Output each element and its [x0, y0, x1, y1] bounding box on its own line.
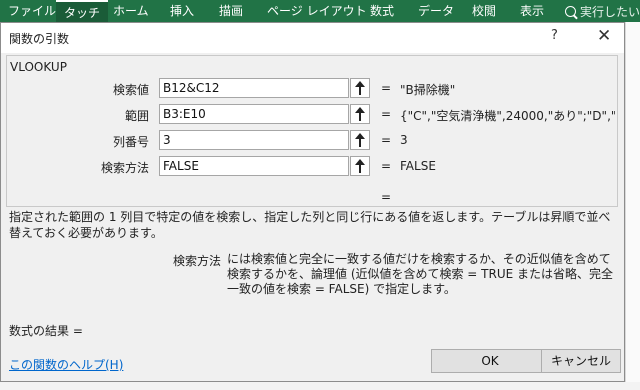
arg-label-range-lookup: 検索方法 — [100, 161, 149, 175]
tab-file[interactable]: ファイル — [8, 3, 56, 22]
dialog-title: 関数の引数 — [9, 32, 70, 46]
equals-sign: = — [381, 133, 392, 147]
tab-view[interactable]: 表示 — [520, 3, 544, 22]
tell-me-search[interactable]: 実行したい作 — [565, 3, 640, 20]
worksheet-background — [625, 22, 640, 390]
argument-description: には検索値と完全に一致する値だけを検索するか、その近似値を含めて検索するかを、論… — [227, 252, 614, 296]
tab-page-layout[interactable]: ページ レイアウト — [267, 3, 367, 22]
excel-ribbon-tabs: ファイル タッチ ホーム 挿入 描画 ページ レイアウト 数式 データ 校閲 表… — [0, 0, 640, 22]
tab-home[interactable]: ホーム — [113, 3, 149, 22]
range-lookup-result: FALSE — [400, 159, 436, 173]
arg-label-table-array: 範囲 — [124, 109, 149, 123]
function-description: 指定された範囲の 1 列目で特定の値を検索し、指定した列と同じ行にある値を返しま… — [9, 210, 611, 240]
tab-formulas[interactable]: 数式 — [370, 3, 394, 22]
function-help-link[interactable]: この関数のヘルプ(H) — [9, 356, 123, 373]
arg-label-lookup-value: 検索値 — [112, 83, 149, 97]
cancel-button[interactable]: キャンセル — [541, 349, 621, 373]
equals-sign: = — [381, 81, 392, 95]
function-result-equals: = — [381, 190, 392, 204]
tab-touch[interactable]: タッチ — [56, 0, 109, 22]
range-lookup-collapse-button[interactable] — [350, 156, 370, 176]
formula-result-label: 数式の結果 = — [9, 324, 83, 338]
argument-description-name: 検索方法 — [173, 254, 222, 268]
col-index-input[interactable]: 3 — [159, 130, 349, 150]
table-array-input[interactable]: B3:E10 — [159, 104, 349, 124]
function-arguments-dialog: 関数の引数 ? ✕ VLOOKUP 検索値 B12&C12 = "B掃除機" 範… — [0, 22, 625, 382]
dialog-titlebar: 関数の引数 ? ✕ — [1, 23, 624, 53]
function-name: VLOOKUP — [10, 60, 67, 74]
close-icon[interactable]: ✕ — [597, 26, 611, 46]
tab-insert[interactable]: 挿入 — [170, 3, 194, 22]
tab-review[interactable]: 校閲 — [472, 3, 496, 22]
lookup-value-collapse-button[interactable] — [350, 78, 370, 98]
lookup-value-input[interactable]: B12&C12 — [159, 78, 349, 98]
col-index-result: 3 — [400, 133, 408, 147]
table-array-collapse-button[interactable] — [350, 104, 370, 124]
tab-data[interactable]: データ — [418, 3, 454, 22]
arg-label-col-index: 列番号 — [112, 135, 149, 149]
range-lookup-input[interactable]: FALSE — [159, 156, 349, 176]
equals-sign: = — [381, 107, 392, 121]
table-array-result: {"C","空気清浄機",24000,"あり";"D","エ — [400, 109, 615, 123]
col-index-collapse-button[interactable] — [350, 130, 370, 150]
equals-sign: = — [381, 159, 392, 173]
tab-draw[interactable]: 描画 — [219, 3, 243, 22]
ok-button[interactable]: OK — [431, 349, 549, 373]
lookup-value-result: "B掃除機" — [400, 83, 456, 97]
search-icon — [565, 6, 576, 17]
worksheet-background-bottom — [0, 382, 640, 390]
help-button[interactable]: ? — [551, 28, 558, 43]
